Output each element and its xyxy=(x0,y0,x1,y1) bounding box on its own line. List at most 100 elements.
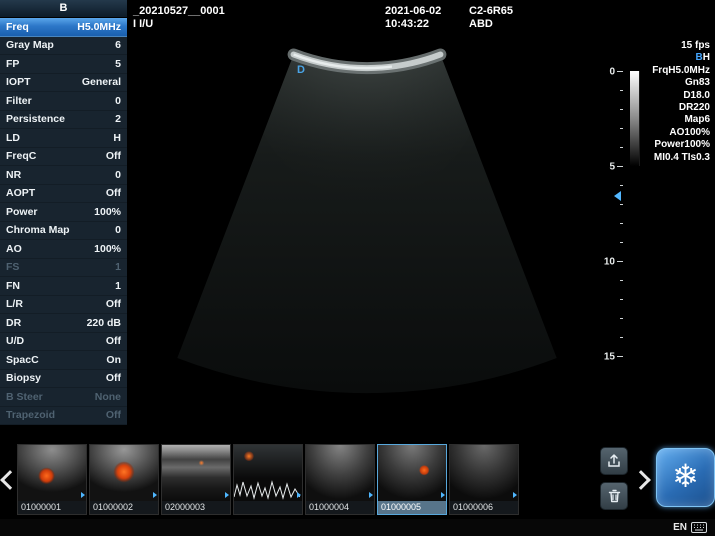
param-row-chroma-map[interactable]: Chroma Map 0 xyxy=(0,222,127,240)
thumbnail-image xyxy=(378,445,446,501)
exam-time: 10:43:22 xyxy=(385,18,430,30)
param-label: Power xyxy=(6,205,38,218)
date-block: 2021-06-02 10:43:22 xyxy=(385,5,441,31)
ultrasound-screen: B Freq H5.0MHz Gray Map 6 FP 5 IOPT General Filt… xyxy=(0,0,715,536)
depth-tick xyxy=(620,299,623,300)
param-label: FN xyxy=(6,279,20,292)
param-row-l-r[interactable]: L/R Off xyxy=(0,296,127,314)
thumbnail-01000001[interactable]: 01000001 xyxy=(17,444,87,515)
param-value: 100% xyxy=(94,205,121,218)
param-row-persistence[interactable]: Persistence 2 xyxy=(0,111,127,129)
mode-tab-b[interactable]: B xyxy=(0,0,127,18)
thumbnail-02000003[interactable]: 02000003 xyxy=(161,444,231,515)
param-row-fn[interactable]: FN 1 xyxy=(0,277,127,296)
param-value: Off xyxy=(105,335,121,348)
chevron-right-icon xyxy=(631,470,651,490)
depth-tick xyxy=(617,166,623,167)
thumbnail-01000002[interactable]: 01000002 xyxy=(89,444,159,515)
param-row-dr[interactable]: DR 220 dB xyxy=(0,314,127,333)
param-row-spacc[interactable]: SpacC On xyxy=(0,351,127,370)
param-value: 0 xyxy=(115,168,121,181)
param-row-iopt[interactable]: IOPT General xyxy=(0,74,127,92)
thumbnail-image xyxy=(450,445,518,501)
depth-tick xyxy=(620,318,623,319)
param-value: 220 dB xyxy=(86,316,121,329)
thumbnail-strip: 01000001 01000002 02000003 01000004 01000005… xyxy=(0,443,715,519)
param-label: LD xyxy=(6,131,20,144)
depth-tick xyxy=(620,147,623,148)
depth-ruler: 0 5 10 15 xyxy=(577,38,627,438)
thumbnail-01000005[interactable]: 01000005 xyxy=(377,444,447,515)
depth-label: 0 xyxy=(609,66,615,78)
param-row-aopt[interactable]: AOPT Off xyxy=(0,185,127,203)
freeze-button[interactable]: ❄ xyxy=(656,448,715,507)
parameter-list: Freq H5.0MHz Gray Map 6 FP 5 IOPT General Filter… xyxy=(0,18,127,425)
thumbnail-next-button[interactable] xyxy=(631,465,651,493)
param-row-nr[interactable]: NR 0 xyxy=(0,166,127,185)
param-label: Biopsy xyxy=(6,372,42,385)
param-value: Off xyxy=(105,372,121,385)
probe-model: C2-6R65 xyxy=(469,5,514,17)
param-label: Filter xyxy=(6,94,32,107)
param-row-trapezoid[interactable]: Trapezoid Off xyxy=(0,407,127,425)
param-label: FP xyxy=(6,57,20,70)
export-icon xyxy=(608,454,620,467)
param-row-u-d[interactable]: U/D Off xyxy=(0,333,127,351)
param-value: 0 xyxy=(115,224,121,237)
thumbnail-01000004[interactable]: 01000004 xyxy=(305,444,375,515)
statusbar: EN xyxy=(0,519,715,536)
param-label: Trapezoid xyxy=(6,409,56,422)
param-label: L/R xyxy=(6,298,23,311)
keyboard-icon[interactable] xyxy=(691,522,707,533)
param-row-ld[interactable]: LD H xyxy=(0,129,127,148)
snowflake-icon: ❄ xyxy=(672,458,699,494)
info-line: Gn83 xyxy=(684,77,710,89)
mode-h-label: H xyxy=(702,52,710,64)
mode-indicator: BH xyxy=(652,52,710,64)
patient-info: I I/U xyxy=(133,18,154,30)
param-row-fs[interactable]: FS 1 xyxy=(0,259,127,277)
delete-button[interactable] xyxy=(600,482,628,510)
param-row-ao[interactable]: AO 100% xyxy=(0,240,127,259)
param-label: Persistence xyxy=(6,113,65,126)
info-line: FrqH5.0MHz xyxy=(652,64,710,76)
param-label: IOPT xyxy=(6,76,31,89)
param-row-biopsy[interactable]: Biopsy Off xyxy=(0,370,127,388)
thumbnail-image xyxy=(306,445,374,501)
param-value: 5 xyxy=(115,57,121,70)
param-label: AOPT xyxy=(6,187,36,200)
thumbnail-01000006[interactable]: 01000006 xyxy=(449,444,519,515)
param-value: 1 xyxy=(115,261,121,274)
trash-icon xyxy=(608,489,620,503)
param-value: Off xyxy=(105,298,121,311)
param-row-filter[interactable]: Filter 0 xyxy=(0,92,127,111)
focus-marker[interactable] xyxy=(614,191,621,201)
param-value: Off xyxy=(105,187,121,200)
exam-id: _20210527__0001 xyxy=(133,5,225,17)
param-row-power[interactable]: Power 100% xyxy=(0,203,127,222)
param-value: H5.0MHz xyxy=(77,20,121,33)
grayscale-bar xyxy=(630,71,640,166)
image-area: D 15 fps BH FrqH5.0MHz Gn83 D18.0 DR220 Map6… xyxy=(127,38,715,443)
param-value: Off xyxy=(105,150,121,163)
exam-preset: ABD xyxy=(469,18,493,30)
exam-date: 2021-06-02 xyxy=(385,5,442,17)
info-line: Power100% xyxy=(654,139,710,151)
language-indicator[interactable]: EN xyxy=(673,522,687,533)
param-value: 6 xyxy=(115,39,121,52)
param-row-fp[interactable]: FP 5 xyxy=(0,55,127,74)
depth-tick xyxy=(620,128,623,129)
param-row-freq[interactable]: Freq H5.0MHz xyxy=(0,18,127,37)
export-button[interactable] xyxy=(600,447,628,475)
param-row-b-steer[interactable]: B Steer None xyxy=(0,388,127,407)
param-value: Off xyxy=(105,409,121,422)
param-row-gray-map[interactable]: Gray Map 6 xyxy=(0,37,127,55)
param-value: On xyxy=(106,353,121,366)
info-line: MI0.4 TIs0.3 xyxy=(653,151,710,163)
param-value: General xyxy=(81,76,121,89)
param-label: B Steer xyxy=(6,390,43,403)
thumbnail-image xyxy=(234,445,302,501)
param-value: 100% xyxy=(94,242,121,255)
param-row-freqc[interactable]: FreqC Off xyxy=(0,148,127,166)
thumbnail-waveform[interactable] xyxy=(233,444,303,515)
